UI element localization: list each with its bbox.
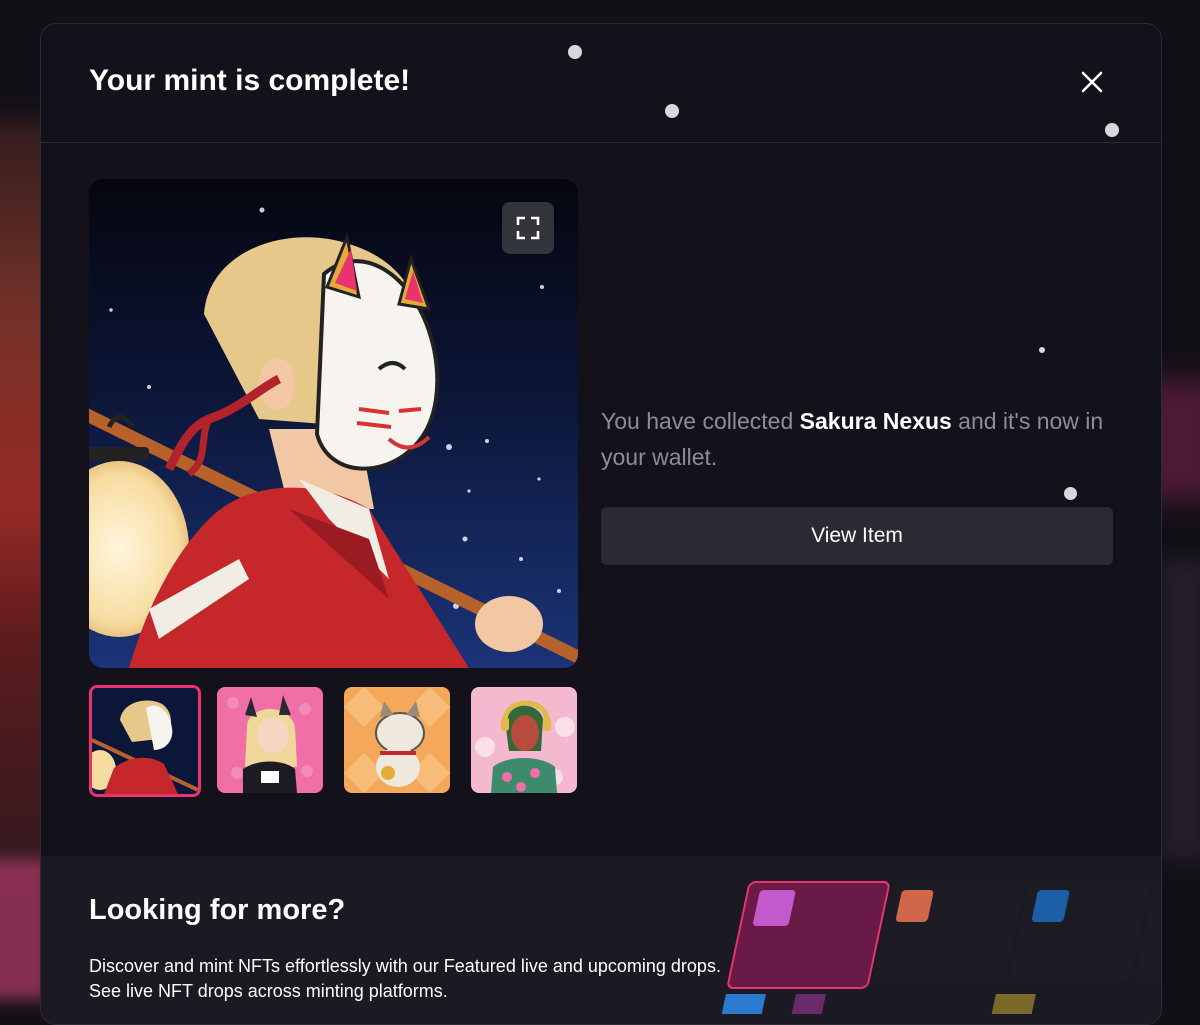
- view-item-button[interactable]: View Item: [601, 507, 1113, 565]
- thumbnail-art-fox-mask: [92, 688, 198, 794]
- message-prefix: You have collected: [601, 408, 800, 434]
- more-title: Looking for more?: [89, 894, 346, 926]
- mint-complete-modal: Your mint is complete! You have collecte…: [40, 23, 1162, 1025]
- nft-main-image: [89, 179, 578, 668]
- confetti-particle: [1105, 123, 1119, 137]
- thumbnail-art-headphones: [471, 687, 577, 793]
- thumbnail-blonde-cat-girl[interactable]: [217, 687, 323, 793]
- confetti-particle: [1064, 487, 1077, 500]
- modal-header: Your mint is complete!: [41, 24, 1161, 143]
- collection-name: Sakura Nexus: [799, 408, 952, 434]
- more-description-line2: See live NFT drops across minting platfo…: [89, 981, 448, 1001]
- looking-for-more-section: Looking for more? Discover and mint NFTs…: [41, 856, 1161, 1024]
- thumbnail-headphones-hawaiian[interactable]: [471, 687, 577, 793]
- thumbnail-strip: [89, 685, 579, 797]
- confetti-particle: [1039, 347, 1045, 353]
- thumbnail-lucky-cat[interactable]: [344, 687, 450, 793]
- collected-message: You have collected Sakura Nexus and it's…: [601, 403, 1117, 475]
- confetti-particle: [568, 45, 582, 59]
- fullscreen-button[interactable]: [502, 202, 554, 254]
- featured-drops-preview-image: [721, 881, 1161, 1014]
- more-description-line1: Discover and mint NFTs effortlessly with…: [89, 956, 721, 976]
- backdrop-art-right-lower: [1160, 560, 1200, 860]
- collected-info: You have collected Sakura Nexus and it's…: [601, 403, 1117, 565]
- thumbnail-art-lucky-cat: [344, 687, 450, 793]
- expand-icon: [516, 216, 540, 240]
- modal-body: You have collected Sakura Nexus and it's…: [41, 143, 1161, 855]
- close-button[interactable]: [1075, 65, 1109, 99]
- thumbnail-fox-mask-kimono[interactable]: [89, 685, 201, 797]
- modal-title: Your mint is complete!: [89, 64, 411, 97]
- close-icon: [1081, 71, 1103, 93]
- thumbnail-art-cat-girl: [217, 687, 323, 793]
- confetti-particle: [665, 104, 679, 118]
